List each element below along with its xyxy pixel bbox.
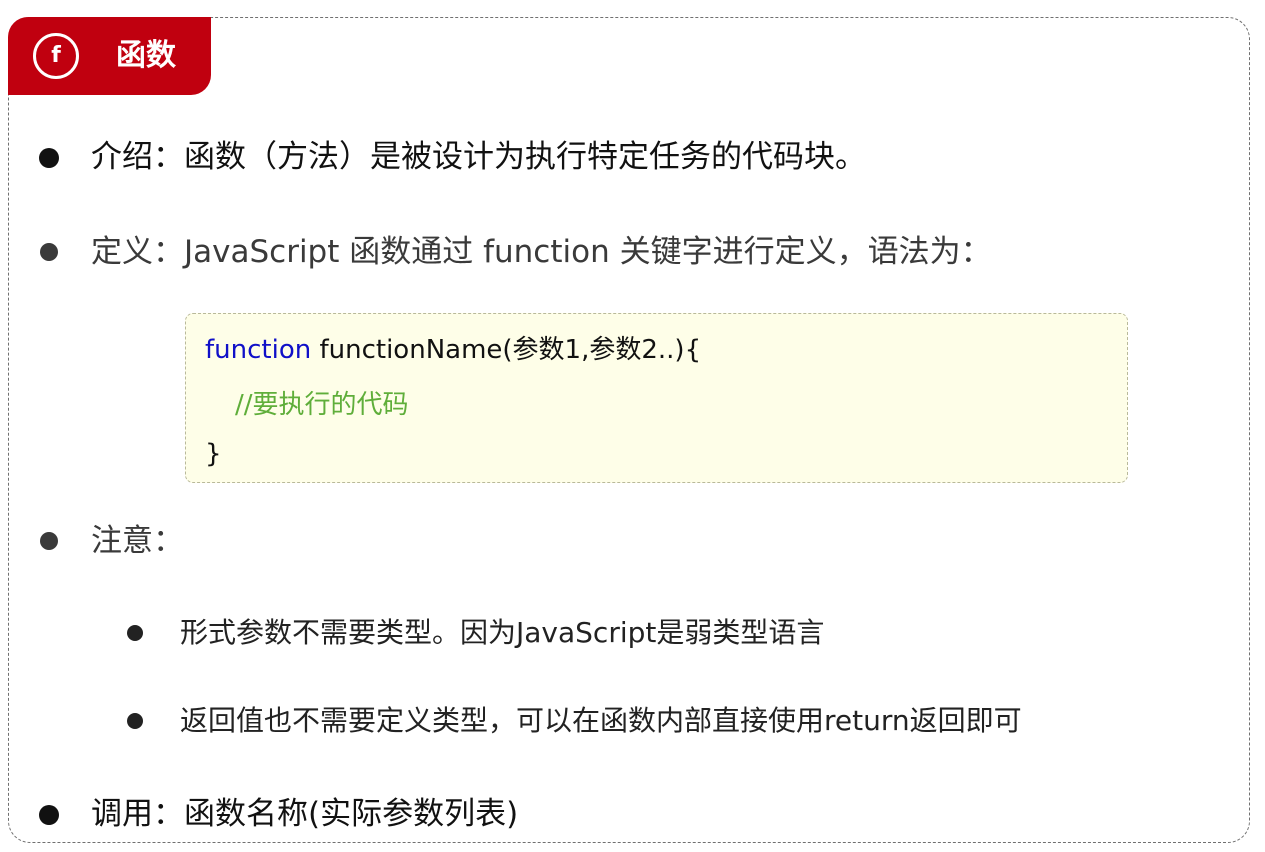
list-item-intro: 介绍：函数（方法）是被设计为执行特定任务的代码块。 xyxy=(91,139,866,175)
list-item-notes: 注意： xyxy=(91,523,184,559)
bullet-icon xyxy=(40,243,58,261)
code-signature: functionName(参数1,参数2..){ xyxy=(311,335,702,365)
bullet-icon xyxy=(39,148,59,168)
bullet-icon xyxy=(127,713,143,729)
section-header-tag: f 函数 xyxy=(8,17,211,95)
section-title: 函数 xyxy=(116,38,176,73)
bullet-icon xyxy=(127,625,143,641)
code-keyword: function xyxy=(205,335,312,365)
bullet-icon xyxy=(39,805,59,825)
list-item-invoke: 调用：函数名称(实际参数列表) xyxy=(91,796,519,832)
code-comment: //要执行的代码 xyxy=(235,390,409,420)
code-closing-brace: } xyxy=(205,439,222,469)
note-item-param-types: 形式参数不需要类型。因为JavaScript是弱类型语言 xyxy=(180,616,825,649)
function-icon: f xyxy=(33,33,79,79)
bullet-icon xyxy=(40,532,58,550)
code-block: function functionName(参数1,参数2..){ //要执行的… xyxy=(185,313,1128,483)
note-item-return-type: 返回值也不需要定义类型，可以在函数内部直接使用return返回即可 xyxy=(180,704,1022,737)
code-line-signature: function functionName(参数1,参数2..){ xyxy=(205,333,701,367)
list-item-definition: 定义：JavaScript 函数通过 function 关键字进行定义，语法为： xyxy=(91,234,992,270)
